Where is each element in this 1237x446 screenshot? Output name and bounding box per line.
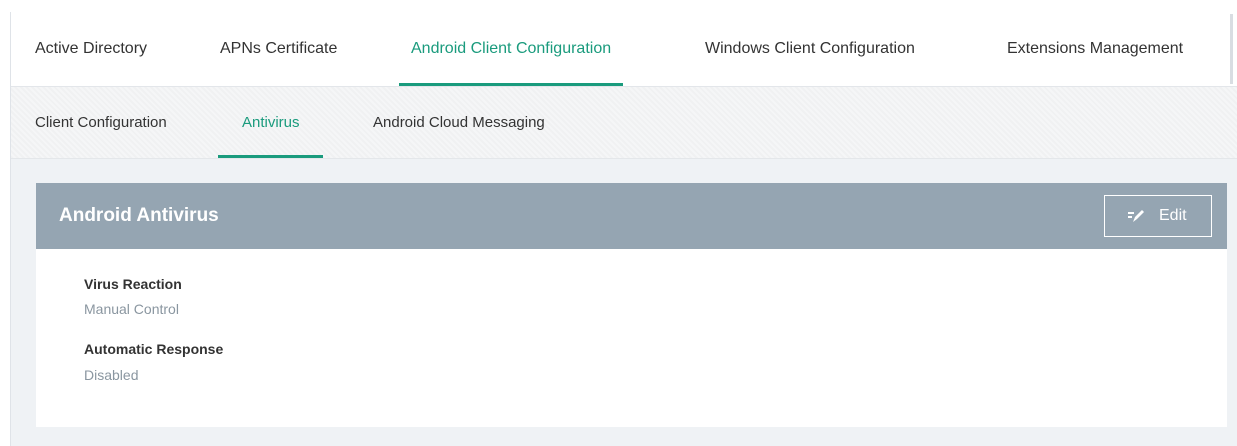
automatic-response-label: Automatic Response bbox=[84, 341, 224, 357]
top-tab-bar: Active Directory APNs Certificate Androi… bbox=[11, 12, 1237, 87]
edit-button-label: Edit bbox=[1159, 207, 1187, 224]
tab-android-client-configuration[interactable]: Android Client Configuration bbox=[398, 12, 624, 86]
settings-frame: Active Directory APNs Certificate Androi… bbox=[10, 12, 1237, 446]
edit-button[interactable]: Edit bbox=[1104, 195, 1212, 237]
tab-apns-certificate[interactable]: APNs Certificate bbox=[220, 12, 337, 86]
subtab-antivirus[interactable]: Antivirus bbox=[218, 87, 322, 158]
android-antivirus-panel: Android Antivirus Edit Virus Reaction Ma… bbox=[36, 183, 1227, 427]
automatic-response-value: Disabled bbox=[84, 367, 139, 383]
subtab-client-configuration[interactable]: Client Configuration bbox=[35, 87, 167, 158]
sub-tab-bar: Client Configuration Antivirus Android C… bbox=[11, 87, 1237, 159]
panel-header: Android Antivirus Edit bbox=[36, 183, 1227, 249]
tab-windows-client-configuration[interactable]: Windows Client Configuration bbox=[705, 12, 915, 86]
tab-active-directory[interactable]: Active Directory bbox=[35, 12, 147, 86]
subtab-android-cloud-messaging[interactable]: Android Cloud Messaging bbox=[373, 87, 545, 158]
virus-reaction-label: Virus Reaction bbox=[84, 276, 182, 292]
tab-extensions-management[interactable]: Extensions Management bbox=[1007, 12, 1183, 86]
panel-title: Android Antivirus bbox=[59, 205, 219, 226]
virus-reaction-value: Manual Control bbox=[84, 301, 179, 317]
pencil-icon bbox=[1128, 210, 1144, 222]
tab-scroll-edge[interactable] bbox=[1230, 14, 1233, 84]
